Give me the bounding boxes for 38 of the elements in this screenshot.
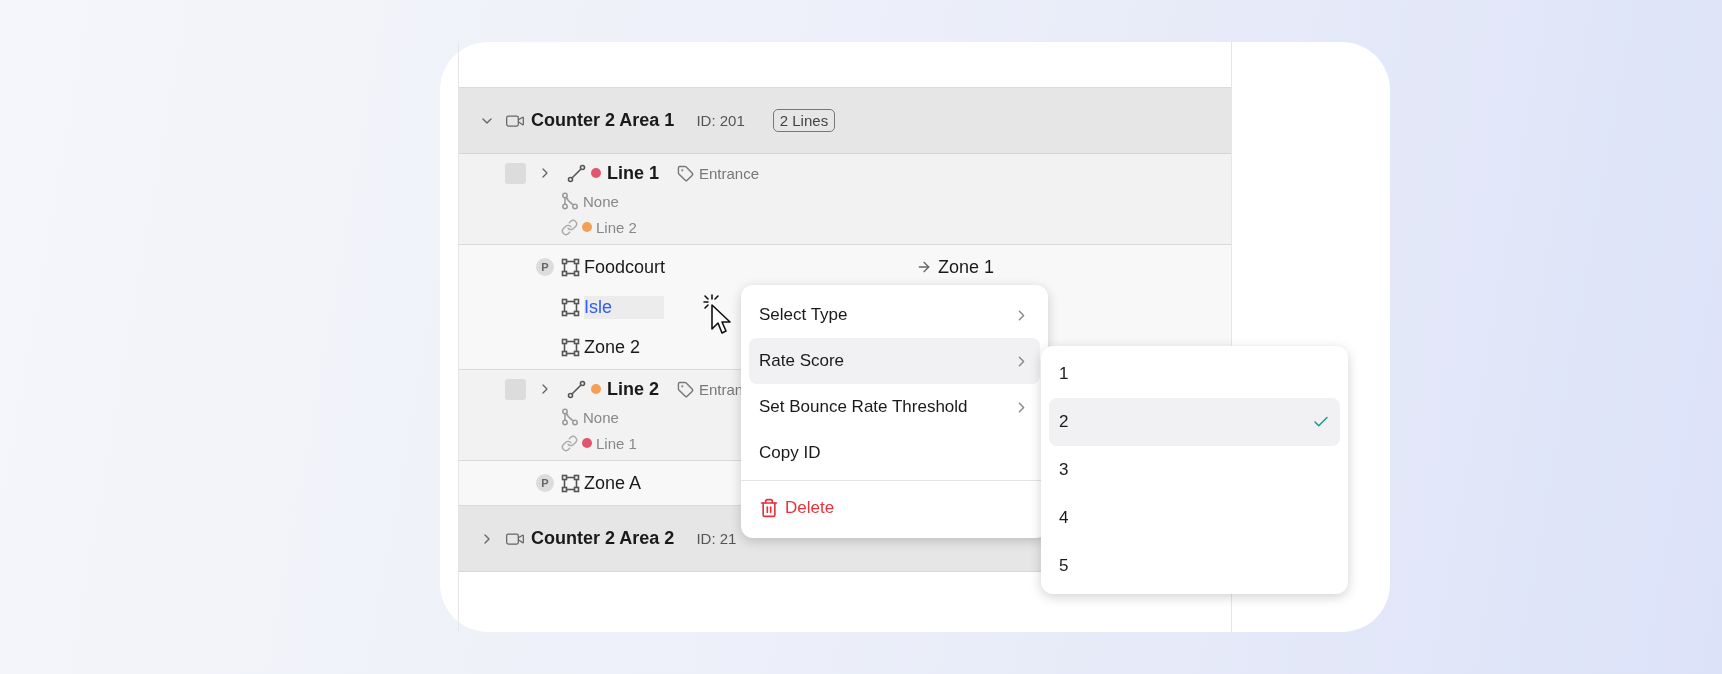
line-count-badge: 2 Lines xyxy=(772,109,836,132)
group-name: Counter 2 Area 2 xyxy=(531,528,675,549)
menu-item[interactable]: Set Bounce Rate Threshold xyxy=(749,384,1040,430)
group-header[interactable]: Counter 2 Area 1 ID: 201 2 Lines xyxy=(459,88,1231,154)
menu-item[interactable]: 2 xyxy=(1049,398,1340,446)
menu-item[interactable]: Select Type xyxy=(749,292,1040,338)
line-segment-icon xyxy=(567,163,586,183)
tag-icon xyxy=(677,164,694,182)
link-icon xyxy=(561,218,578,236)
target-zone: Zone 1 xyxy=(938,256,995,278)
primary-badge: P xyxy=(536,258,554,276)
zone-item[interactable]: Foodcourt xyxy=(584,255,916,279)
linked-line-label: Line 2 xyxy=(596,218,637,236)
primary-badge: P xyxy=(536,474,554,492)
tag-label: Entrance xyxy=(699,164,760,182)
menu-item[interactable]: Rate Score xyxy=(749,338,1040,384)
line-name: Line 1 xyxy=(607,162,659,184)
tag-icon xyxy=(677,380,694,398)
line-name: Line 2 xyxy=(607,378,659,400)
group-id: ID: 21 xyxy=(696,530,737,547)
zone-icon xyxy=(561,257,580,277)
zone-icon xyxy=(561,297,580,317)
branch-label: None xyxy=(583,408,619,426)
trash-icon xyxy=(759,498,779,518)
zone-icon xyxy=(561,337,580,357)
line-segment-icon xyxy=(567,379,586,399)
menu-item[interactable]: 1 xyxy=(1049,350,1340,398)
branch-icon xyxy=(561,408,579,426)
branch-label: None xyxy=(583,192,619,210)
zone-icon xyxy=(561,473,580,493)
group-id: ID: 201 xyxy=(696,112,745,129)
menu-item[interactable]: 3 xyxy=(1049,446,1340,494)
branch-icon xyxy=(561,192,579,210)
zone-item[interactable]: Isle xyxy=(584,295,664,319)
group-name: Counter 2 Area 1 xyxy=(531,110,675,131)
menu-item[interactable]: Copy ID xyxy=(749,430,1040,476)
link-icon xyxy=(561,434,578,452)
linked-line-label: Line 1 xyxy=(596,434,637,452)
